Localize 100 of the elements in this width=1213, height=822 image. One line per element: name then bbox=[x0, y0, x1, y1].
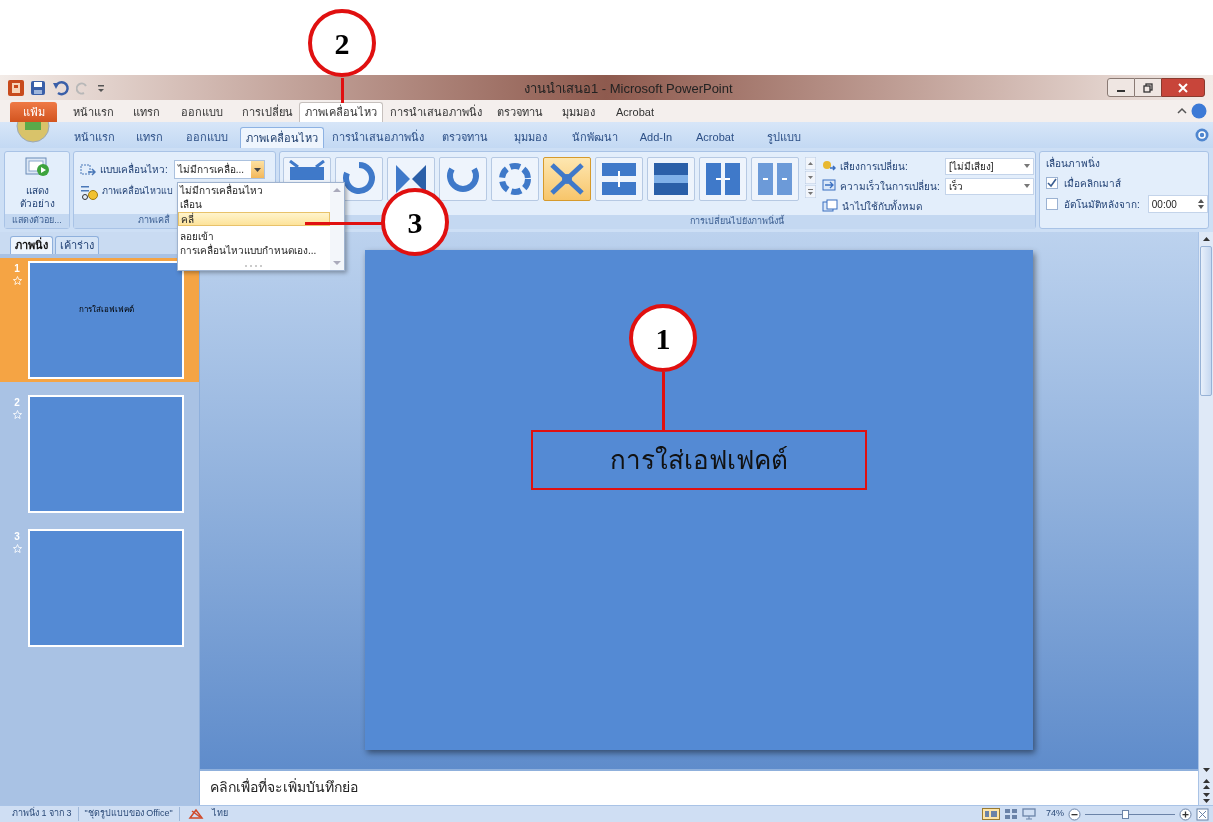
animation-star-icon bbox=[12, 276, 22, 285]
slide-number: 1 bbox=[14, 262, 20, 276]
gallery-expand-icon[interactable] bbox=[805, 185, 816, 198]
window-title: งานนำเสนอ1 - Microsoft PowerPoint bbox=[524, 80, 733, 98]
status-text: "ชุดรูปแบบของ Office" bbox=[78, 807, 180, 821]
leader-line bbox=[662, 372, 665, 430]
dropdown-item[interactable]: ไม่มีการเคลื่อนไหว bbox=[178, 184, 330, 198]
fit-to-window-icon[interactable] bbox=[1196, 807, 1209, 821]
apply-all-link[interactable]: นำไปใช้กับทั้งหมด bbox=[842, 198, 922, 214]
transition-thumbnail[interactable] bbox=[751, 157, 799, 201]
transition-thumbnail[interactable] bbox=[595, 157, 643, 201]
dropdown-arrow-icon[interactable] bbox=[1024, 184, 1030, 188]
ribbon-tab[interactable]: ตรวจทาน bbox=[432, 127, 498, 148]
ribbon-tab[interactable]: ตรวจทาน bbox=[489, 102, 551, 122]
transition-thumbnail[interactable] bbox=[543, 157, 591, 201]
speed-label: ความเร็วในการเปลี่ยน: bbox=[840, 178, 941, 194]
ribbon-tab[interactable]: แทรก bbox=[123, 102, 169, 122]
group-label: แสดงตัวอย... bbox=[5, 214, 69, 228]
ribbon-tab[interactable]: มุมมอง bbox=[551, 102, 605, 122]
ribbon-tab[interactable]: ออกแบบ bbox=[169, 102, 235, 122]
apply-all-icon bbox=[822, 199, 838, 213]
time-spinner[interactable]: 00:00 bbox=[1147, 195, 1208, 213]
checkbox[interactable] bbox=[1046, 198, 1058, 210]
pane-tab[interactable]: เค้าร่าง bbox=[55, 236, 99, 254]
ribbon-tab[interactable]: นักพัฒนา bbox=[562, 127, 628, 148]
ribbon-tab[interactable]: การเปลี่ยน bbox=[235, 102, 299, 122]
transition-thumbnail[interactable] bbox=[491, 157, 539, 201]
collapse-ribbon-icon[interactable] bbox=[1177, 106, 1187, 116]
animation-star-icon bbox=[12, 410, 22, 419]
app-icon[interactable] bbox=[8, 79, 24, 96]
animate-label: แบบเคลื่อนไหว: bbox=[100, 162, 168, 177]
ribbon-tab[interactable]: หน้าแรก bbox=[64, 127, 124, 148]
zoom-level-text[interactable]: 74% bbox=[1046, 807, 1064, 821]
restore-icon bbox=[1143, 82, 1153, 93]
dropdown-arrow-icon[interactable] bbox=[1024, 164, 1030, 168]
minimize-button[interactable] bbox=[1107, 78, 1135, 97]
animate-combo[interactable]: ไม่มีการเคลื่อ... bbox=[173, 160, 265, 179]
slide-sorter-icon[interactable] bbox=[1004, 808, 1018, 820]
slideshow-icon[interactable] bbox=[1022, 808, 1036, 820]
ribbon-tab[interactable]: รูปแบบ bbox=[746, 127, 822, 148]
zoom-out-icon[interactable] bbox=[1068, 807, 1081, 821]
dropdown-item[interactable]: ลอยเข้า bbox=[178, 230, 330, 244]
ribbon-tab[interactable]: แทรก bbox=[124, 127, 174, 148]
ribbon-tab[interactable]: ภาพเคลื่อนไหว bbox=[240, 127, 324, 148]
checkbox[interactable] bbox=[1046, 177, 1058, 189]
ribbon-tab[interactable]: มุมมอง bbox=[498, 127, 562, 148]
slide-thumbnail-row[interactable]: 1 การใส่เอฟเฟคต์ bbox=[0, 258, 199, 382]
ribbon-tab[interactable]: การนำเสนอภาพนิ่ง bbox=[383, 102, 489, 122]
transition-thumbnail[interactable] bbox=[699, 157, 747, 201]
ribbon-tab[interactable]: ออกแบบ bbox=[174, 127, 240, 148]
dropdown-item[interactable]: การเคลื่อนไหวแบบกำหนดเอง... bbox=[178, 244, 330, 258]
close-icon bbox=[1178, 82, 1188, 93]
check-icon bbox=[1047, 178, 1057, 188]
advance-title: เลื่อนภาพนิ่ง bbox=[1046, 156, 1101, 171]
animate-icon bbox=[80, 162, 96, 177]
preview-button[interactable]: แสดง ตัวอย่าง bbox=[5, 152, 69, 214]
save-icon[interactable] bbox=[30, 79, 46, 96]
dropdown-item[interactable]: คลี่ bbox=[178, 212, 330, 226]
speed-icon bbox=[822, 179, 836, 193]
ribbon-tab[interactable]: Acrobat bbox=[684, 127, 746, 148]
combo-value: [ไม่มีเสียง] bbox=[949, 159, 994, 174]
dropdown-item[interactable]: เลือน bbox=[178, 198, 330, 212]
slide-thumbnail[interactable]: การใส่เอฟเฟคต์ bbox=[28, 261, 184, 379]
transition-thumbnail[interactable] bbox=[335, 157, 383, 201]
ribbon-tab[interactable]: การนำเสนอภาพนิ่ง bbox=[324, 127, 432, 148]
slide-title[interactable]: การใส่เอฟเฟคต์ bbox=[531, 430, 867, 490]
zoom-slider[interactable] bbox=[1085, 809, 1175, 819]
ribbon-tab[interactable]: Acrobat bbox=[605, 102, 665, 122]
checkbox-label: เมื่อคลิกเมาส์ bbox=[1064, 175, 1121, 191]
scroll-thumb[interactable] bbox=[1200, 246, 1212, 396]
custom-animation-label[interactable]: ภาพเคลื่อนไหวแบ bbox=[102, 185, 173, 199]
close-button[interactable] bbox=[1161, 78, 1205, 97]
ribbon-tab[interactable]: หน้าแรก bbox=[63, 102, 123, 122]
slide-thumbnail[interactable] bbox=[28, 395, 184, 513]
ribbon-tab[interactable]: Add-In bbox=[628, 127, 684, 148]
transition-thumbnail[interactable] bbox=[647, 157, 695, 201]
dropdown-arrow-icon[interactable] bbox=[253, 167, 261, 172]
vertical-scrollbar[interactable] bbox=[1198, 232, 1213, 805]
minimize-icon bbox=[1117, 89, 1125, 92]
zoom-in-icon[interactable] bbox=[1179, 807, 1192, 821]
speed-combo[interactable]: เร็ว bbox=[945, 177, 1034, 195]
language-text[interactable]: ไทย bbox=[211, 807, 228, 821]
thumbnail-title: การใส่เอฟเฟคต์ bbox=[78, 304, 134, 316]
sound-combo[interactable]: [ไม่มีเสียง] bbox=[945, 157, 1034, 175]
preview-icon bbox=[24, 156, 50, 178]
zoom-slider-thumb[interactable] bbox=[1122, 809, 1130, 819]
custom-animation-icon bbox=[80, 184, 98, 200]
slide-thumbnail[interactable] bbox=[28, 529, 184, 647]
combo-value: เร็ว bbox=[949, 178, 963, 194]
spelling-icon[interactable] bbox=[187, 808, 204, 820]
spinner-arrows-icon[interactable] bbox=[1197, 199, 1204, 209]
pane-tab[interactable]: ภาพนิ่ง bbox=[10, 236, 53, 254]
restore-button[interactable] bbox=[1135, 78, 1161, 97]
transition-thumbnail[interactable] bbox=[439, 157, 487, 201]
combo-value: ไม่มีการเคลื่อ... bbox=[176, 162, 246, 177]
animation-star-icon bbox=[12, 544, 22, 553]
undo-icon[interactable] bbox=[52, 79, 70, 96]
resize-grip-icon[interactable] bbox=[244, 264, 264, 268]
ribbon-tab[interactable]: ภาพเคลื่อนไหว bbox=[299, 102, 383, 122]
normal-view-icon[interactable] bbox=[982, 808, 1000, 820]
